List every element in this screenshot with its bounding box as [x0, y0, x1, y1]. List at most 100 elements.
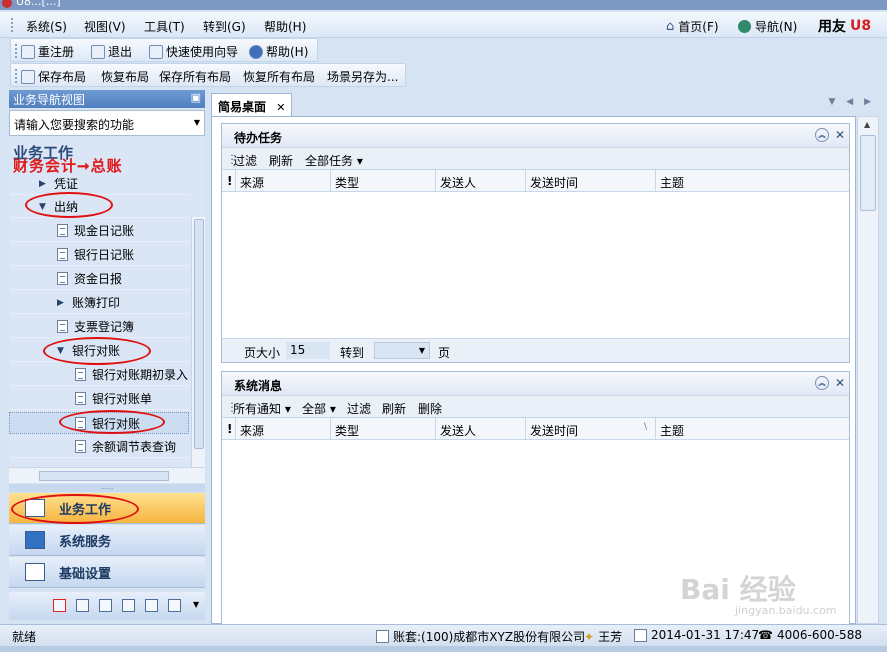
column-send-time[interactable]: 发送时间 \ [526, 418, 656, 440]
home-link[interactable]: ⌂ 首页(F) [666, 18, 719, 35]
refresh-button[interactable]: 刷新 [382, 400, 406, 417]
column-send-time[interactable]: 发送时间 [526, 170, 656, 192]
status-datetime: 2014-01-31 17:47 [634, 628, 759, 642]
tab-simple-desktop[interactable]: 简易桌面 ✕ [211, 93, 293, 116]
all-notices-dropdown[interactable]: 所有通知 ▾ [233, 400, 291, 417]
nav-vertical-scrollbar[interactable] [191, 217, 205, 467]
column-type[interactable]: 类型 [331, 170, 436, 192]
save-scene-as-button[interactable]: 场景另存为... [327, 68, 398, 85]
filter-button[interactable]: 过滤 [233, 152, 257, 169]
close-icon[interactable]: ✕ [276, 101, 285, 114]
toolbar-layout: 保存布局 恢复布局 保存所有布局 恢复所有布局 场景另存为... [10, 63, 406, 87]
column-sender[interactable]: 发送人 [436, 170, 526, 192]
column-subject[interactable]: 主题 [656, 418, 851, 440]
close-icon[interactable]: ✕ [835, 128, 845, 142]
filter-button[interactable]: 过滤 [347, 400, 371, 417]
chevron-down-icon[interactable]: ▼ [193, 600, 199, 609]
nav-button-label: 系统服务 [59, 534, 112, 550]
panel-controls: ︽ ✕ [814, 128, 845, 142]
tree-item-daily-fund-report[interactable]: 资金日报 [9, 268, 189, 290]
tree-item-bank-statement[interactable]: 银行对账单 [9, 388, 189, 410]
nav-splitter[interactable]: ....... [9, 484, 205, 492]
exit-button[interactable]: 退出 [91, 43, 132, 60]
save-all-layouts-button[interactable]: 保存所有布局 [159, 68, 231, 85]
chart-icon [25, 499, 45, 517]
tree-item-reconcile[interactable]: 银行对账 [9, 412, 189, 434]
quick-wizard-button[interactable]: 快速使用向导 [149, 43, 238, 60]
status-datetime-label: 2014-01-31 17:47 [651, 628, 760, 642]
menu-help[interactable]: 帮助(H) [264, 18, 306, 35]
refresh-button[interactable]: 刷新 [269, 152, 293, 169]
column-source[interactable]: 来源 [236, 170, 331, 192]
table-module-icon[interactable] [99, 599, 112, 612]
tree-item-voucher[interactable]: ▶ 凭证 [9, 173, 189, 195]
menu-goto[interactable]: 转到(G) [203, 18, 246, 35]
restore-layout-button[interactable]: 恢复布局 [101, 68, 149, 85]
tab-strip: 简易桌面 ✕ ▼ ◀ ▶ [211, 92, 879, 116]
scroll-thumb[interactable] [860, 135, 876, 211]
help-button[interactable]: 帮助(H) [249, 43, 308, 60]
restore-all-layouts-button[interactable]: 恢复所有布局 [243, 68, 315, 85]
todo-grid-header: ! 来源 类型 发送人 发送时间 主题 [222, 170, 849, 192]
close-icon[interactable]: ✕ [835, 376, 845, 390]
delete-button[interactable]: 删除 [418, 400, 442, 417]
panel-controls: ︽ ✕ [814, 376, 845, 390]
tree-item-check-register[interactable]: 支票登记簿 [9, 316, 189, 338]
menu-tools[interactable]: 工具(T) [144, 18, 185, 35]
tree-item-cash-journal[interactable]: 现金日记账 [9, 220, 189, 242]
nav-link[interactable]: 导航(N) [738, 18, 797, 35]
collapse-icon[interactable]: ︽ [814, 128, 829, 142]
user-icon: ✦ [584, 629, 595, 644]
nav-button-system-service[interactable]: 系统服务 [9, 525, 205, 556]
tree-item-label: 出纳 [54, 200, 79, 214]
tree-item-cashier[interactable]: ▼ 出纳 [9, 196, 189, 218]
caret-down-icon: ▼ [39, 201, 46, 212]
tab-scroll-controls[interactable]: ▼ ◀ ▶ [829, 97, 876, 107]
tree-item-reconciliation-opening[interactable]: 银行对账期初录入 [9, 364, 189, 386]
window-module-icon[interactable] [145, 599, 158, 612]
column-priority[interactable]: ! [222, 170, 236, 192]
home-icon: ⌂ [666, 19, 675, 34]
brand-mark-icon: U8 [850, 18, 872, 34]
chevron-down-icon[interactable]: ▼ [194, 118, 200, 127]
todo-pagination: 页大小 15 转到 ▼ 页 [222, 338, 849, 362]
goto-page-select[interactable]: ▼ [374, 342, 430, 359]
scroll-thumb[interactable] [194, 219, 204, 449]
pin-icon[interactable]: ▣ [191, 91, 201, 104]
nav-search-input[interactable]: 请输入您要搜索的功能 ▼ [9, 110, 205, 136]
nav-label: 导航(N) [755, 20, 798, 34]
tree-item-label: 银行日记账 [74, 248, 135, 262]
content-vertical-scrollbar[interactable]: ▲ [857, 116, 879, 624]
column-subject[interactable]: 主题 [656, 170, 851, 192]
chevron-down-icon[interactable]: ▼ [419, 346, 425, 355]
tree-item-bank-reconciliation[interactable]: ▼ 银行对账 [9, 340, 189, 362]
collapse-icon[interactable]: ︽ [814, 376, 829, 390]
column-sender[interactable]: 发送人 [436, 418, 526, 440]
nav-button-business[interactable]: 业务工作 [9, 493, 205, 524]
save-layout-button[interactable]: 保存布局 [21, 68, 86, 85]
nav-button-basic-settings[interactable]: 基础设置 [9, 557, 205, 588]
tree-item-label: 资金日报 [74, 272, 123, 286]
menu-view[interactable]: 视图(V) [84, 18, 126, 35]
all-tasks-dropdown[interactable]: 全部任务 ▾ [305, 152, 363, 169]
tree-item-ledger-print[interactable]: ▶ 账簿打印 [9, 292, 189, 314]
menu-system[interactable]: 系统(S) [26, 18, 67, 35]
globe-icon [738, 20, 751, 33]
relogin-button[interactable]: 重注册 [21, 43, 74, 60]
tree-item-bank-journal[interactable]: 银行日记账 [9, 244, 189, 266]
red-module-icon[interactable] [53, 599, 66, 612]
page-size-input[interactable]: 15 [286, 342, 330, 359]
column-priority[interactable]: ! [222, 418, 236, 440]
user-module-icon[interactable] [76, 599, 89, 612]
tree-module-icon[interactable] [122, 599, 135, 612]
column-source[interactable]: 来源 [236, 418, 331, 440]
report-module-icon[interactable] [168, 599, 181, 612]
nav-horizontal-scrollbar[interactable] [9, 467, 205, 483]
document-icon [57, 272, 68, 285]
home-label: 首页(F) [678, 20, 719, 34]
scroll-thumb[interactable] [39, 471, 169, 481]
column-type[interactable]: 类型 [331, 418, 436, 440]
scroll-up-icon[interactable]: ▲ [864, 120, 870, 129]
tree-item-balance-adjust-query[interactable]: 余额调节表查询 [9, 436, 189, 458]
all-dropdown[interactable]: 全部 ▾ [302, 400, 336, 417]
